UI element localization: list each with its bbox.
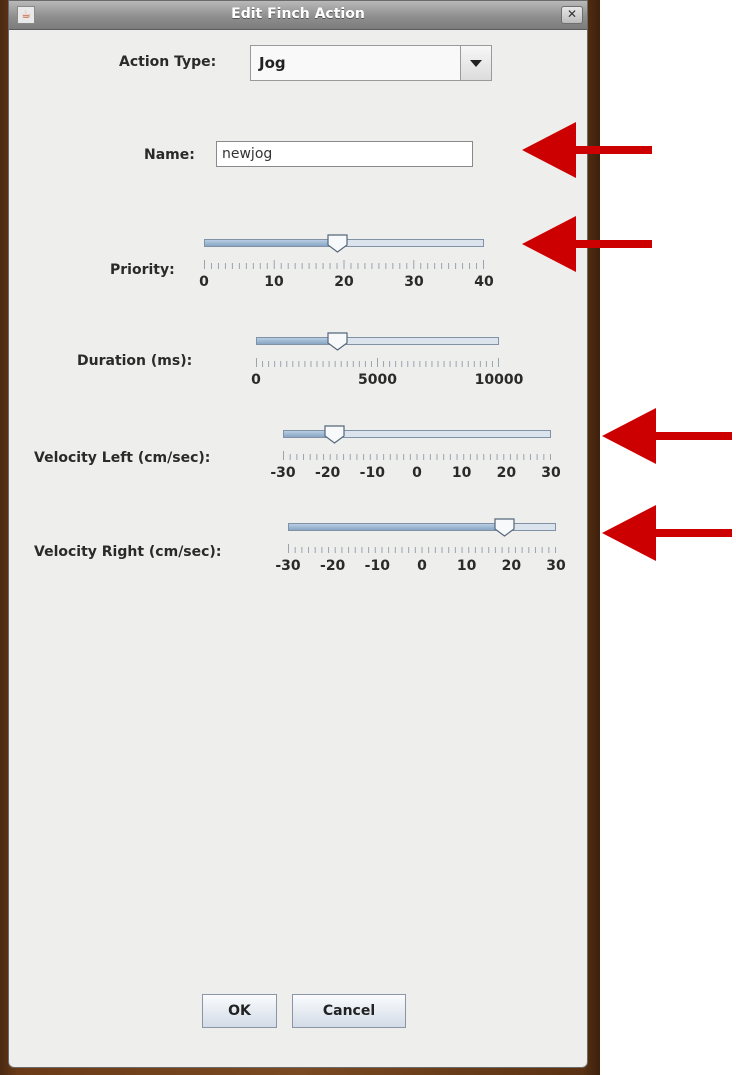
edit-finch-action-dialog: ☕ Edit Finch Action ✕ Action Type: Jog N… [8, 0, 588, 1068]
annotation-arrow-icon [522, 122, 652, 178]
slider-tick-label: -10 [364, 558, 390, 574]
chevron-down-icon[interactable] [460, 46, 491, 80]
duration-slider[interactable]: 0 5000 10000 [251, 332, 523, 396]
velocity-right-label: Velocity Right (cm/sec): [34, 544, 222, 560]
close-button[interactable]: ✕ [561, 6, 583, 24]
slider-thumb[interactable] [494, 518, 515, 537]
slider-fill [284, 431, 329, 437]
slider-thumb[interactable] [327, 332, 348, 351]
duration-label: Duration (ms): [77, 353, 193, 369]
priority-slider[interactable]: 0 10 20 30 40 [199, 234, 494, 298]
slider-tick-marks [283, 451, 551, 460]
slider-tick-label: 10 [456, 558, 477, 574]
slider-tick-label: 20 [501, 558, 522, 574]
slider-tick-label: 0 [412, 465, 422, 481]
velocity-left-label: Velocity Left (cm/sec): [34, 450, 211, 466]
slider-tick-label: 30 [546, 558, 566, 574]
slider-track[interactable] [256, 337, 499, 345]
slider-tick-label: -10 [359, 465, 385, 481]
name-label: Name: [144, 147, 195, 163]
slider-fill [205, 240, 338, 246]
slider-tick-label: 30 [541, 465, 561, 481]
annotation-arrow-icon [602, 505, 732, 561]
action-type-select[interactable]: Jog [250, 45, 492, 81]
slider-tick-label: 20 [496, 465, 517, 481]
slider-tick-label: 10 [264, 274, 284, 290]
slider-tick-label: 0 [251, 372, 261, 388]
window-title: Edit Finch Action [231, 6, 365, 22]
slider-thumb[interactable] [324, 425, 345, 444]
cancel-button[interactable]: Cancel [292, 994, 406, 1028]
slider-thumb[interactable] [327, 234, 348, 253]
ok-button[interactable]: OK [202, 994, 277, 1028]
slider-fill [289, 524, 511, 530]
slider-tick-marks [288, 544, 556, 553]
slider-tick-label: -30 [270, 465, 296, 481]
velocity-left-slider[interactable]: -30 -20 -10 0 10 20 30 [270, 425, 561, 489]
slider-tick-label: 20 [334, 274, 354, 290]
velocity-right-slider[interactable]: -30 -20 -10 0 10 20 30 [275, 518, 566, 582]
slider-tick-marks [204, 260, 484, 269]
annotation-arrow-icon [602, 408, 732, 464]
slider-tick-label: -20 [320, 558, 346, 574]
name-input[interactable] [216, 141, 473, 167]
action-type-value: Jog [259, 54, 286, 72]
slider-tick-label: 0 [417, 558, 427, 574]
slider-tick-label: -30 [275, 558, 301, 574]
slider-tick-label: 5000 [358, 372, 397, 388]
slider-tick-label: 40 [474, 274, 494, 290]
annotation-arrow-icon [522, 216, 652, 272]
priority-label: Priority: [110, 262, 175, 278]
slider-tick-label: 10 [451, 465, 472, 481]
slider-tick-label: -20 [315, 465, 341, 481]
slider-tick-label: 10000 [474, 372, 524, 388]
slider-tick-label: 30 [404, 274, 424, 290]
action-type-label: Action Type: [119, 54, 217, 70]
slider-fill [257, 338, 335, 344]
slider-tick-marks [256, 358, 499, 367]
title-bar[interactable]: ☕ Edit Finch Action ✕ [9, 1, 587, 30]
slider-tick-label: 0 [199, 274, 209, 290]
slider-track[interactable] [288, 523, 556, 531]
